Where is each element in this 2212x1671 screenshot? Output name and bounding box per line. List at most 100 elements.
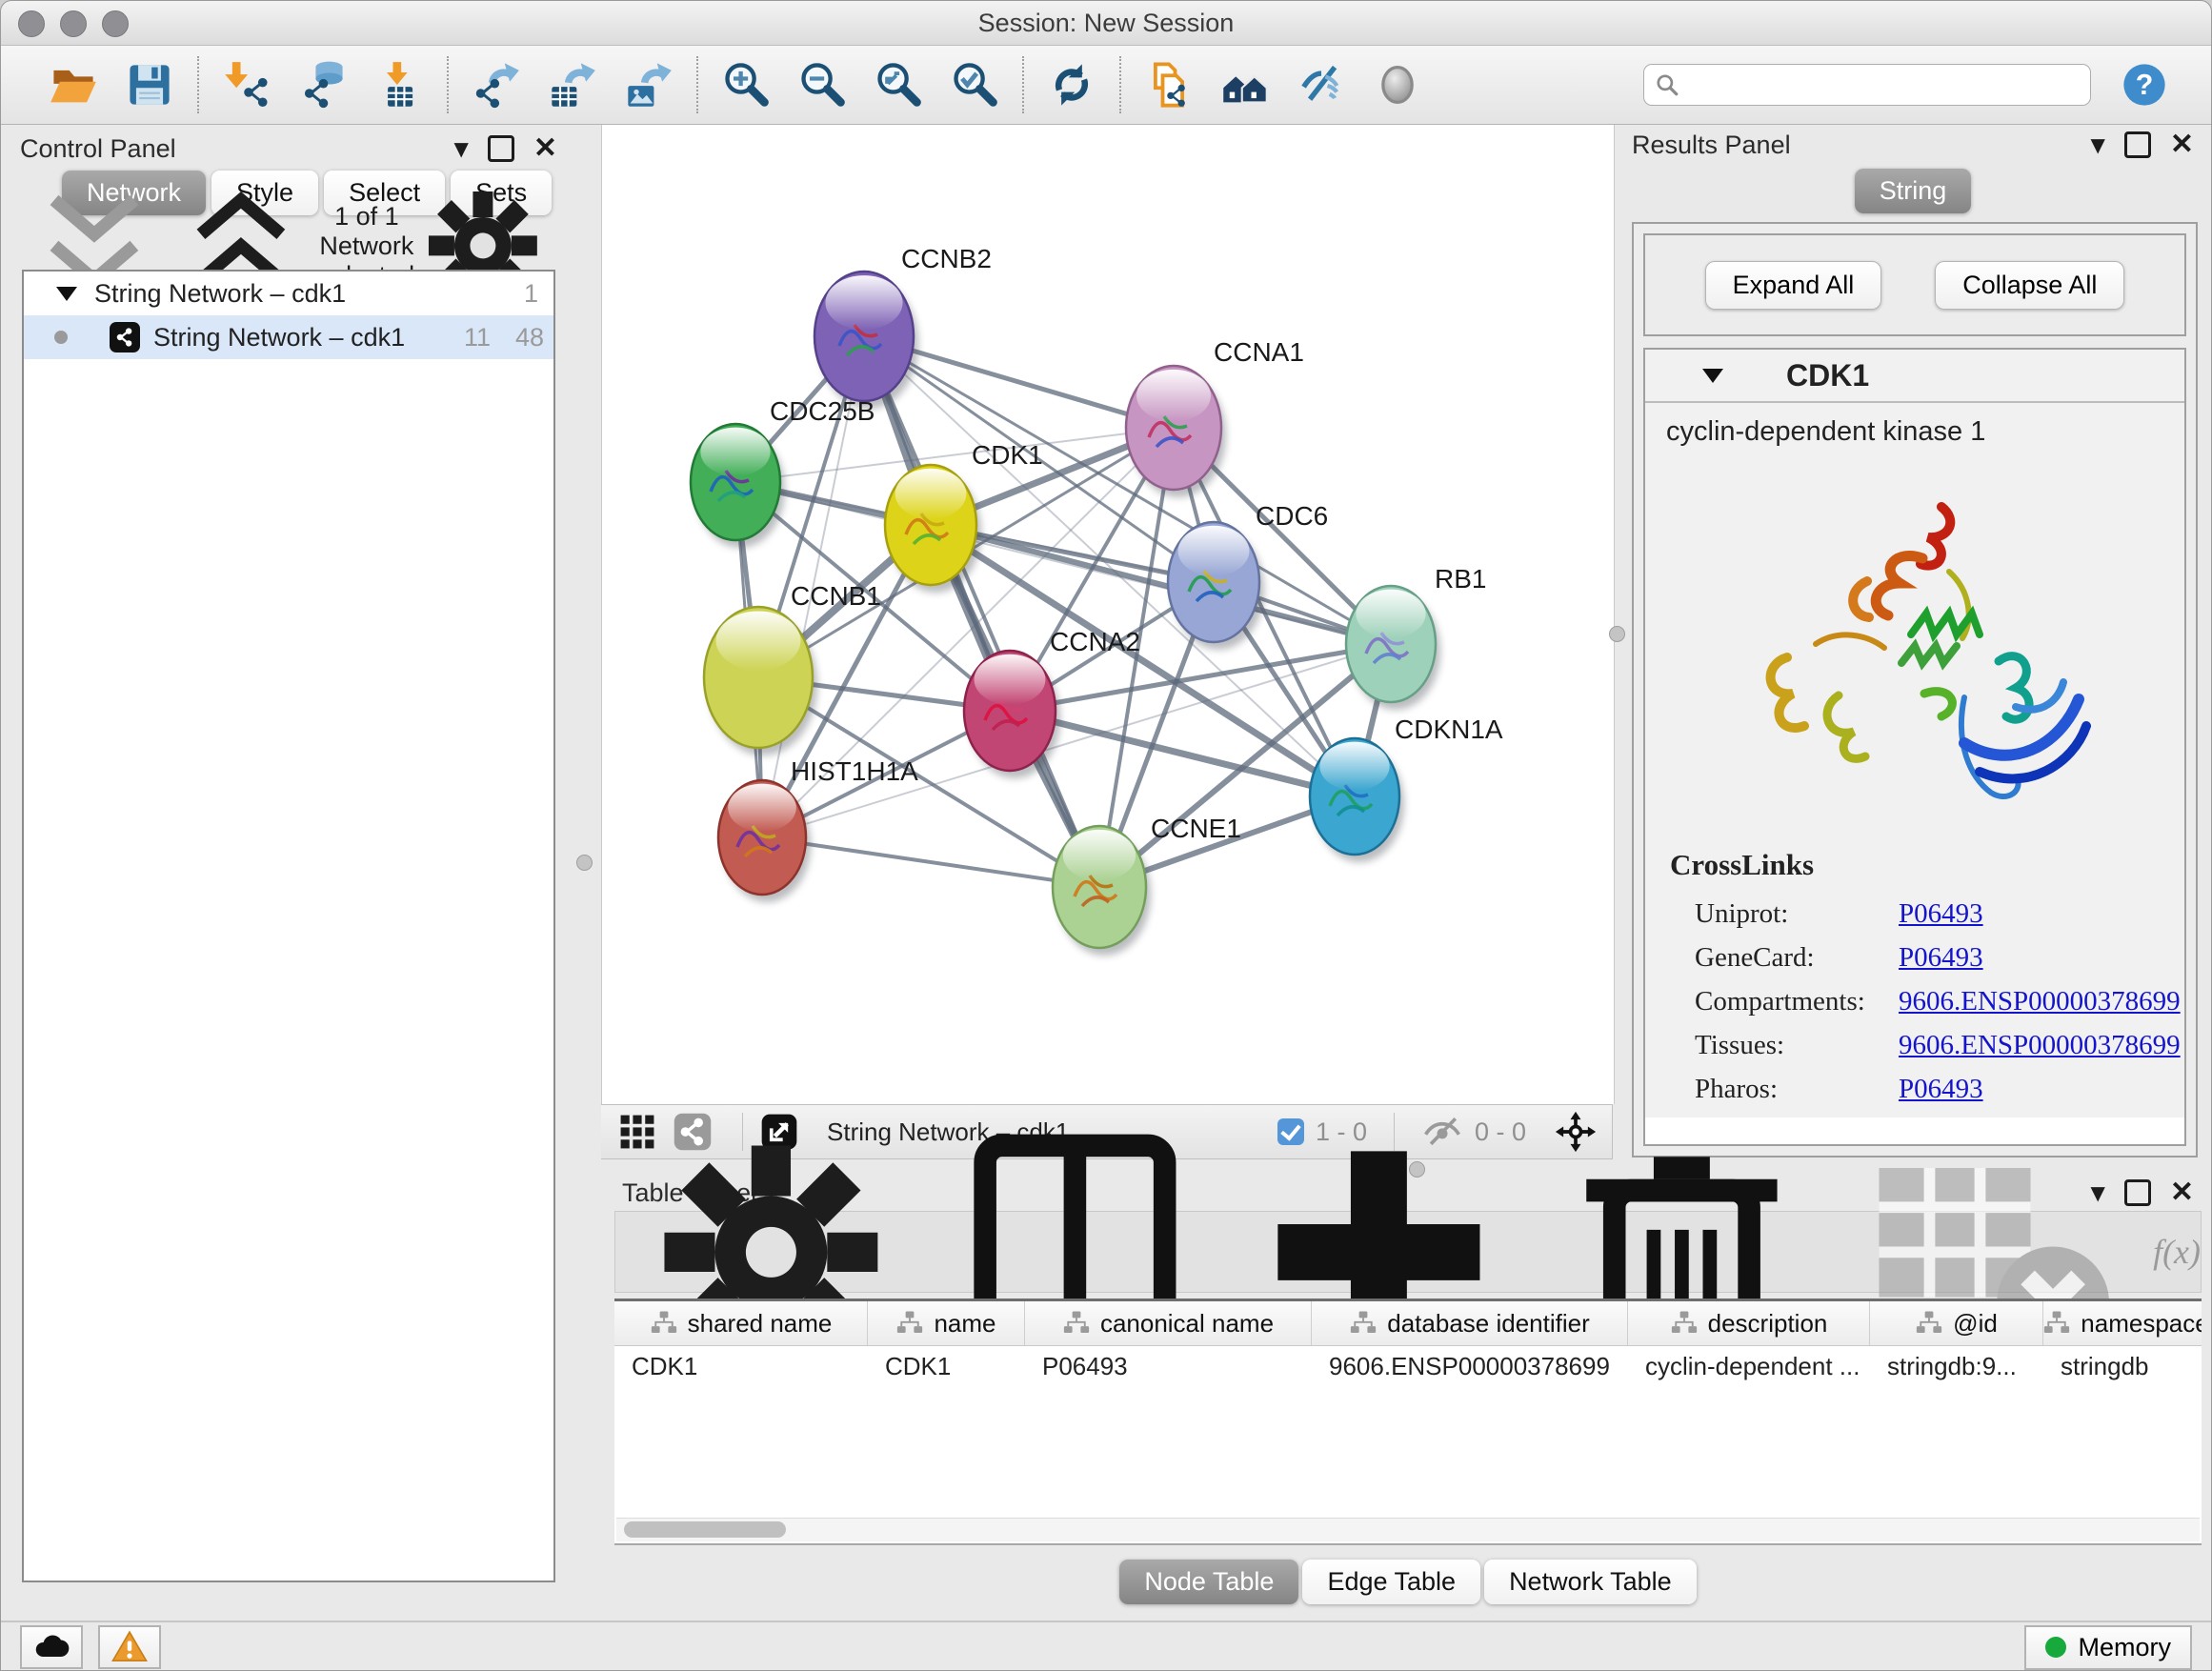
memory-button[interactable]: Memory [2024, 1625, 2192, 1670]
table-body: CDK1CDK1P064939606.ENSP00000378699cyclin… [614, 1346, 2202, 1386]
table-cell: CDK1 [614, 1352, 868, 1381]
node-CDC25B[interactable]: CDC25B [691, 396, 875, 548]
column-header-namespace[interactable]: namespace [2043, 1301, 2202, 1345]
refresh-icon[interactable] [1045, 58, 1098, 111]
collection-count: 1 [491, 279, 538, 309]
gene-name: CDK1 [1786, 358, 1869, 393]
warnings-button[interactable] [98, 1625, 161, 1669]
crosslink-row: Pharos:P06493 [1670, 1067, 2184, 1111]
table-cell: cyclin-dependent ... [1628, 1352, 1870, 1381]
column-header--id[interactable]: @id [1870, 1301, 2043, 1345]
node-label-CCNA1: CCNA1 [1214, 337, 1304, 367]
edge-HIST1H1A-CCNE1[interactable] [762, 837, 1099, 887]
crosslinks-section: CrossLinks Uniprot:P06493GeneCard:P06493… [1645, 838, 2184, 1111]
close-panel-icon[interactable]: ✕ [533, 138, 557, 159]
crosslink-row: Compartments:9606.ENSP00000378699 [1670, 979, 2184, 1023]
network-view-canvas[interactable]: CCNB2CCNA1CDC25BCDK1CDC6RB1CCNB1CCNA2CDK… [601, 125, 1615, 1104]
node-label-CDC25B: CDC25B [770, 396, 875, 426]
crosslink-link[interactable]: P06493 [1899, 942, 1983, 974]
expand-collapse-box: Expand All Collapse All [1643, 233, 2186, 336]
control-panel: Control Panel ▼ ✕ NetworkStyleSelectSets… [9, 131, 569, 1586]
import-database-icon[interactable] [296, 58, 350, 111]
import-network-icon[interactable] [220, 58, 273, 111]
close-panel-icon[interactable]: ✕ [2170, 134, 2194, 155]
network-tree-root-row[interactable]: String Network – cdk1 1 [24, 272, 553, 315]
export-table-icon[interactable] [546, 58, 599, 111]
expanded-triangle-icon[interactable] [1702, 369, 1723, 383]
save-session-icon[interactable] [123, 58, 176, 111]
panel-menu-icon[interactable]: ▼ [453, 137, 468, 160]
crosslink-link[interactable]: 9606.ENSP00000378699 [1899, 986, 2181, 1017]
tab-node-table[interactable]: Node Table [1119, 1560, 1298, 1604]
node-label-CCNB2: CCNB2 [901, 244, 992, 273]
string-home-icon[interactable] [1218, 58, 1272, 111]
scrollbar-thumb[interactable] [624, 1521, 786, 1538]
import-table-icon[interactable] [372, 58, 426, 111]
network-tree-row[interactable]: String Network – cdk1 11 48 [24, 315, 553, 359]
column-header-canonical-name[interactable]: canonical name [1025, 1301, 1312, 1345]
table-cell: stringdb [2043, 1352, 2202, 1381]
search-icon [1655, 72, 1679, 97]
float-panel-icon[interactable] [488, 135, 514, 162]
node-CCNE1[interactable]: CCNE1 [1053, 814, 1241, 956]
node-CDKN1A[interactable]: CDKN1A [1310, 715, 1503, 862]
edge-count: 48 [491, 323, 544, 352]
crosslink-link[interactable]: P06493 [1899, 1074, 1983, 1105]
float-panel-icon[interactable] [2124, 131, 2151, 158]
node-CDC6[interactable]: CDC6 [1168, 501, 1328, 650]
open-session-icon[interactable] [47, 58, 100, 111]
panel-menu-icon[interactable]: ▼ [2090, 133, 2104, 156]
collapse-all-button[interactable]: Collapse All [1935, 261, 2124, 310]
node-label-CCNB1: CCNB1 [791, 581, 881, 611]
node-RB1[interactable]: RB1 [1346, 564, 1486, 710]
float-panel-icon[interactable] [2124, 1179, 2151, 1206]
crosslinks-title: CrossLinks [1670, 848, 2184, 882]
node-count: 11 [437, 323, 491, 352]
tab-string[interactable]: String [1855, 169, 1972, 213]
node-CCNB2[interactable]: CCNB2 [814, 244, 992, 409]
node-label-CDC6: CDC6 [1256, 501, 1328, 531]
gene-entry-header[interactable]: CDK1 [1645, 350, 2184, 403]
tab-edge-table[interactable]: Edge Table [1302, 1560, 1480, 1604]
zoom-selected-icon[interactable] [948, 58, 1001, 111]
edge-CCNA2-CDKN1A[interactable] [1010, 711, 1355, 796]
edge-CDK1-RB1[interactable] [931, 525, 1391, 644]
left-splitter-handle[interactable] [576, 855, 593, 871]
cloud-status-button[interactable] [20, 1625, 83, 1669]
horizontal-scrollbar[interactable] [616, 1518, 2200, 1541]
title-bar: Session: New Session [1, 1, 2211, 46]
search-wrapper [1643, 64, 2091, 106]
control-panel-title: Control Panel [20, 134, 176, 164]
string-documents-icon[interactable] [1142, 58, 1196, 111]
zoom-in-icon[interactable] [719, 58, 773, 111]
column-header-name[interactable]: name [868, 1301, 1025, 1345]
protein-structure-image [1724, 457, 2105, 838]
inactive-orb-icon[interactable] [1371, 58, 1424, 111]
column-header-description[interactable]: description [1628, 1301, 1870, 1345]
table-cell: 9606.ENSP00000378699 [1312, 1352, 1628, 1381]
expanded-triangle-icon[interactable] [56, 287, 77, 301]
crosslink-row: Tissues:9606.ENSP00000378699 [1670, 1023, 2184, 1067]
svg-text:?: ? [2136, 70, 2154, 101]
column-header-database-identifier[interactable]: database identifier [1312, 1301, 1628, 1345]
crosslink-link[interactable]: P06493 [1899, 898, 1983, 930]
results-panel-title: Results Panel [1632, 131, 1791, 160]
table-row[interactable]: CDK1CDK1P064939606.ENSP00000378699cyclin… [614, 1346, 2202, 1386]
zoom-out-icon[interactable] [795, 58, 849, 111]
crosslink-link[interactable]: 9606.ENSP00000378699 [1899, 1030, 2181, 1061]
zoom-fit-icon[interactable] [872, 58, 925, 111]
close-panel-icon[interactable]: ✕ [2170, 1182, 2194, 1203]
export-network-icon[interactable] [470, 58, 523, 111]
node-CCNA1[interactable]: CCNA1 [1126, 337, 1304, 497]
column-header-shared-name[interactable]: shared name [614, 1301, 868, 1345]
table-toolbar: f(x) [614, 1211, 2202, 1293]
search-input[interactable] [1643, 64, 2091, 106]
main-toolbar: ? [1, 46, 2211, 125]
node-HIST1H1A[interactable]: HIST1H1A [718, 756, 918, 902]
hide-glasses-icon[interactable] [1295, 58, 1348, 111]
expand-all-button[interactable]: Expand All [1705, 261, 1882, 310]
tab-network-table[interactable]: Network Table [1484, 1560, 1697, 1604]
export-image-icon[interactable] [622, 58, 675, 111]
help-button[interactable]: ? [2120, 60, 2169, 110]
node-label-CDK1: CDK1 [972, 440, 1043, 470]
